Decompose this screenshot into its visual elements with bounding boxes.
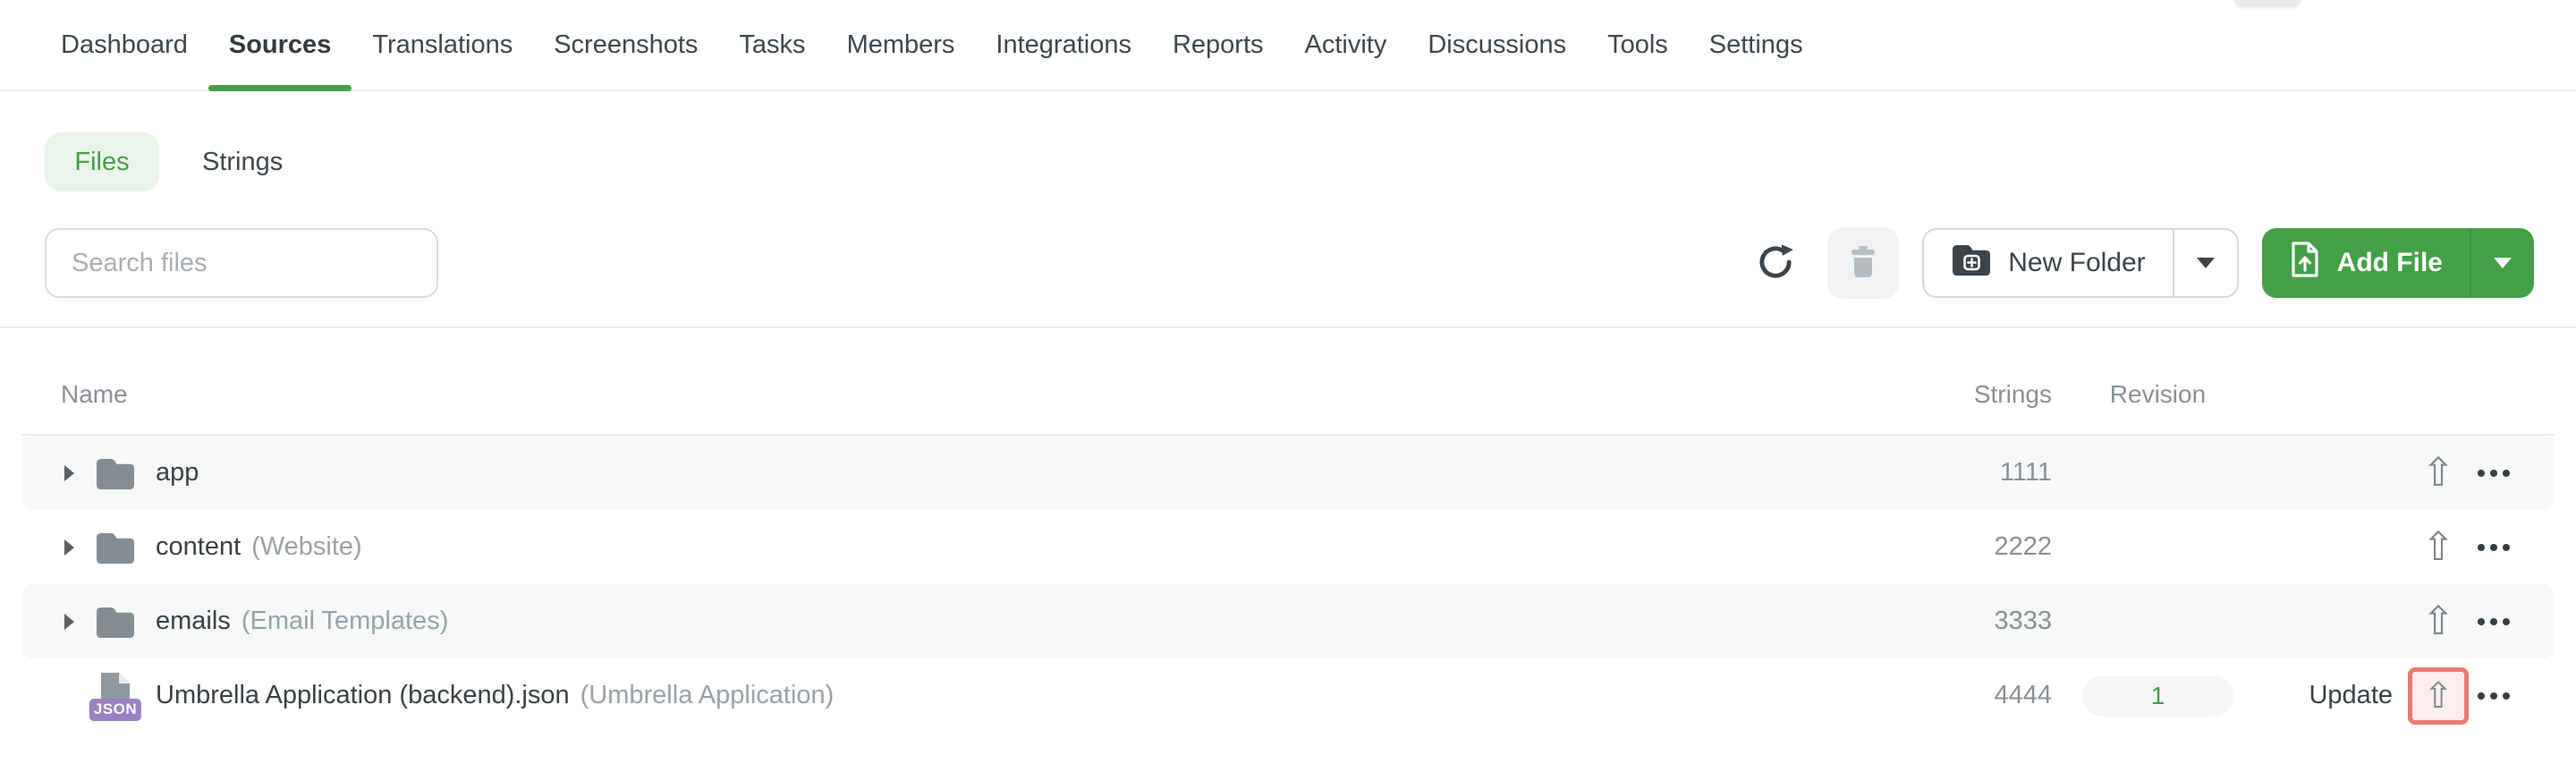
expand-folder-button[interactable] [64,464,84,481]
trash-icon [1850,245,1877,281]
revision-badge: 1 [2082,675,2233,717]
strings-count: 4444 [1994,681,2052,709]
upload-cell: ⇧ [2408,436,2469,510]
update-link[interactable]: Update [2233,658,2393,733]
strings-count: 2222 [1994,532,2052,561]
source-view-toggle: Files Strings [45,132,2576,191]
add-file-label: Add File [2336,248,2443,277]
folder-icon [93,530,138,565]
strings-count: 3333 [1994,607,2052,635]
table-row-app[interactable]: app 1111 ⇧ [22,436,2554,510]
name-cell: emails (Email Templates) [22,584,448,658]
upload-icon[interactable]: ⇧ [2422,527,2455,567]
new-folder-button[interactable]: New Folder [1924,230,2172,296]
files-table-header: Name Strings Revision [0,328,2576,434]
file-name-link[interactable]: Umbrella Application (backend).json [156,681,570,710]
nav-item-screenshots[interactable]: Screenshots [533,0,718,89]
caret-right-icon [64,539,74,556]
upload-cell: ⇧ [2408,658,2469,733]
nav-item-tasks[interactable]: Tasks [718,0,826,89]
json-file-icon: JSON [89,671,142,721]
upload-highlight-box: ⇧ [2408,666,2469,725]
name-cell: JSON Umbrella Application (backend).json… [22,658,834,733]
files-toolbar: New Folder Add File [0,227,2576,299]
new-folder-label: New Folder [2008,248,2146,277]
nav-item-tools[interactable]: Tools [1587,0,1689,89]
revision-cell: 1 [2082,658,2233,733]
refresh-button[interactable] [1749,232,1802,294]
ellipsis-icon [2478,469,2485,477]
nav-item-translations[interactable]: Translations [352,0,533,89]
column-header-name: Name [61,380,128,408]
project-nav: Dashboard Sources Translations Screensho… [0,0,2576,91]
name-cell: app [22,436,199,510]
nav-item-members[interactable]: Members [826,0,976,89]
upload-icon[interactable]: ⇧ [2423,678,2453,714]
folder-note: (Website) [251,532,362,561]
folder-icon [93,455,138,491]
upload-cell: ⇧ [2408,584,2469,658]
add-file-split-button: Add File [2261,228,2534,298]
table-row-umbrella-json[interactable]: JSON Umbrella Application (backend).json… [22,658,2554,733]
nav-item-discussions[interactable]: Discussions [1407,0,1587,89]
json-file-badge: JSON [89,699,142,721]
nav-item-dashboard[interactable]: Dashboard [40,0,208,89]
table-row-content[interactable]: content (Website) 2222 ⇧ [22,510,2554,584]
more-actions-button[interactable] [2467,436,2521,510]
cutoff-element [2234,0,2301,7]
table-row-emails[interactable]: emails (Email Templates) 3333 ⇧ [22,584,2554,658]
folder-note: (Email Templates) [241,607,449,635]
add-file-dropdown-button[interactable] [2470,228,2534,298]
more-actions-button[interactable] [2467,510,2521,584]
chevron-down-icon [2494,258,2512,268]
column-header-strings: Strings [1973,380,2052,408]
caret-right-icon [64,464,74,481]
folder-name-link[interactable]: app [156,458,199,488]
toggle-files[interactable]: Files [45,132,159,191]
toggle-strings[interactable]: Strings [175,132,309,191]
new-folder-split-button: New Folder [1922,228,2239,298]
nav-item-sources[interactable]: Sources [208,0,352,91]
folder-plus-icon [1951,242,1992,284]
delete-button[interactable] [1827,227,1900,299]
ellipsis-icon [2478,617,2485,625]
upload-icon[interactable]: ⇧ [2422,453,2455,493]
expand-folder-button[interactable] [64,613,84,630]
refresh-icon [1755,242,1796,285]
nav-item-activity[interactable]: Activity [1284,0,1408,89]
nav-item-reports[interactable]: Reports [1152,0,1284,89]
file-note: (Umbrella Application) [580,681,835,709]
caret-right-icon [64,613,74,630]
new-folder-dropdown-button[interactable] [2172,230,2237,296]
folder-icon [93,604,138,640]
chevron-down-icon [2196,258,2215,268]
column-header-revision: Revision [2109,380,2207,408]
add-file-button[interactable]: Add File [2262,228,2470,298]
more-actions-button[interactable] [2467,658,2521,733]
nav-item-integrations[interactable]: Integrations [975,0,1152,89]
search-input[interactable] [45,228,438,298]
folder-name-link[interactable]: emails [156,607,231,636]
name-cell: content (Website) [22,510,362,584]
more-actions-button[interactable] [2467,584,2521,658]
ellipsis-icon [2478,543,2485,551]
strings-count: 1111 [1999,458,2052,487]
upload-icon[interactable]: ⇧ [2422,601,2455,641]
upload-cell: ⇧ [2408,510,2469,584]
files-table: app 1111 ⇧ content (Website) 2222 ⇧ emai… [22,434,2554,733]
folder-name-link[interactable]: content [156,532,241,562]
expand-folder-button[interactable] [64,539,84,556]
nav-item-settings[interactable]: Settings [1689,0,1824,89]
ellipsis-icon [2478,692,2485,700]
file-upload-icon [2289,240,2321,286]
